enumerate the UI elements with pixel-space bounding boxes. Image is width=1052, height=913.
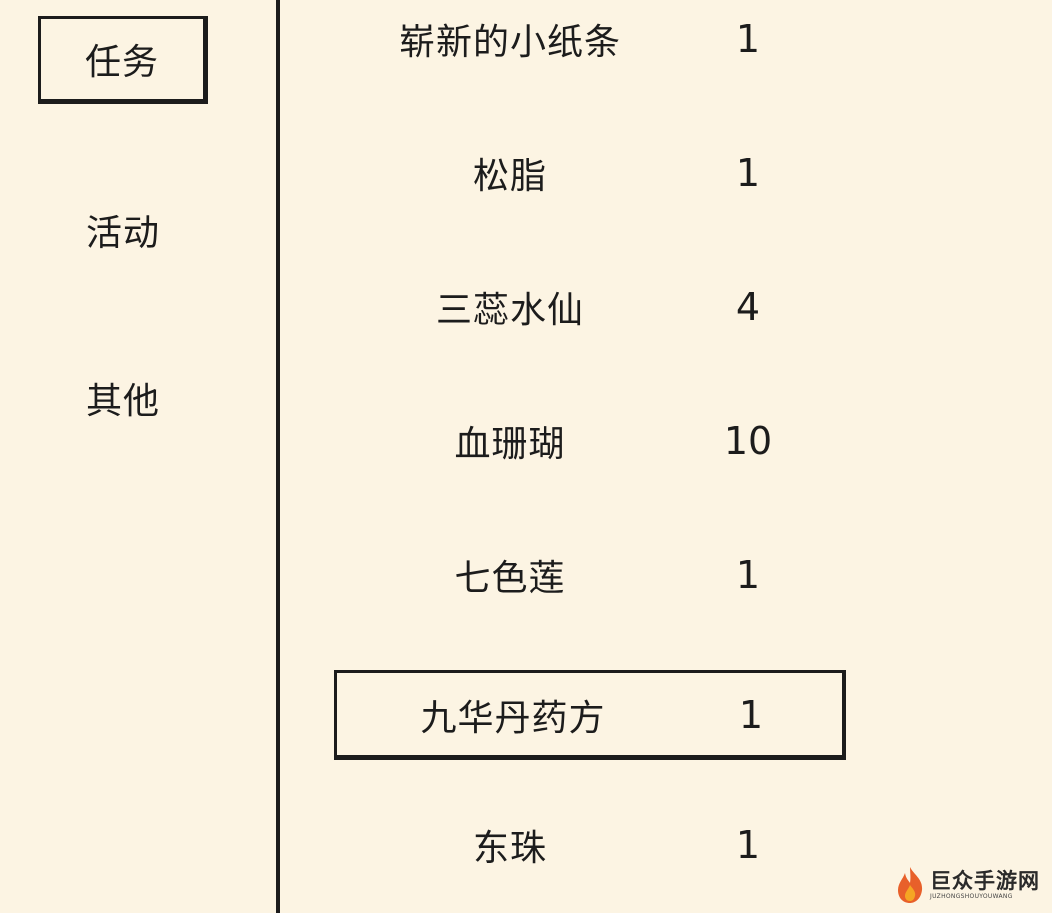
list-item[interactable]: 三蕊水仙 4 [334,262,846,352]
tab-tasks[interactable]: 任务 [38,16,208,104]
item-name: 崭新的小纸条 [398,22,621,63]
item-name: 七色莲 [454,558,566,599]
item-name: 松脂 [472,156,547,197]
tab-label: 其他 [85,381,160,422]
tab-others[interactable]: 其他 [38,354,208,442]
list-item-selected[interactable]: 九华丹药方 1 [334,670,846,760]
list-item[interactable]: 血珊瑚 10 [334,396,846,486]
site-watermark: 巨众手游网 JUZHONGSHOUYOUWANG [894,861,1046,909]
item-quantity: 10 [723,419,773,463]
item-name: 东珠 [472,828,547,869]
list-item[interactable]: 七色莲 1 [334,530,846,620]
category-sidebar: 任务 活动 其他 [0,0,276,913]
watermark-subtitle: JUZHONGSHOUYOUWANG [930,893,1013,900]
item-list[interactable]: 崭新的小纸条 1 松脂 1 三蕊水仙 4 血珊瑚 10 七色莲 1 九华丹药方 … [280,0,1052,913]
item-name: 血珊瑚 [454,424,566,465]
tab-events[interactable]: 活动 [38,186,208,274]
item-name: 三蕊水仙 [435,290,584,331]
list-item[interactable]: 东珠 1 [334,800,846,890]
item-quantity: 1 [735,823,761,867]
watermark-title: 巨众手游网 [930,868,1040,893]
item-quantity: 1 [735,553,761,597]
tab-label: 活动 [85,213,160,254]
tab-label: 任务 [84,42,159,83]
list-item[interactable]: 松脂 1 [334,128,846,218]
watermark-text: 巨众手游网 JUZHONGSHOUYOUWANG [930,870,1040,900]
item-quantity: 1 [735,151,761,195]
item-quantity: 4 [735,285,761,329]
item-name: 九华丹药方 [420,698,606,739]
item-quantity: 1 [735,17,761,61]
item-quantity: 1 [738,693,764,737]
list-item[interactable]: 崭新的小纸条 1 [334,0,846,84]
flame-logo-icon [898,867,923,903]
